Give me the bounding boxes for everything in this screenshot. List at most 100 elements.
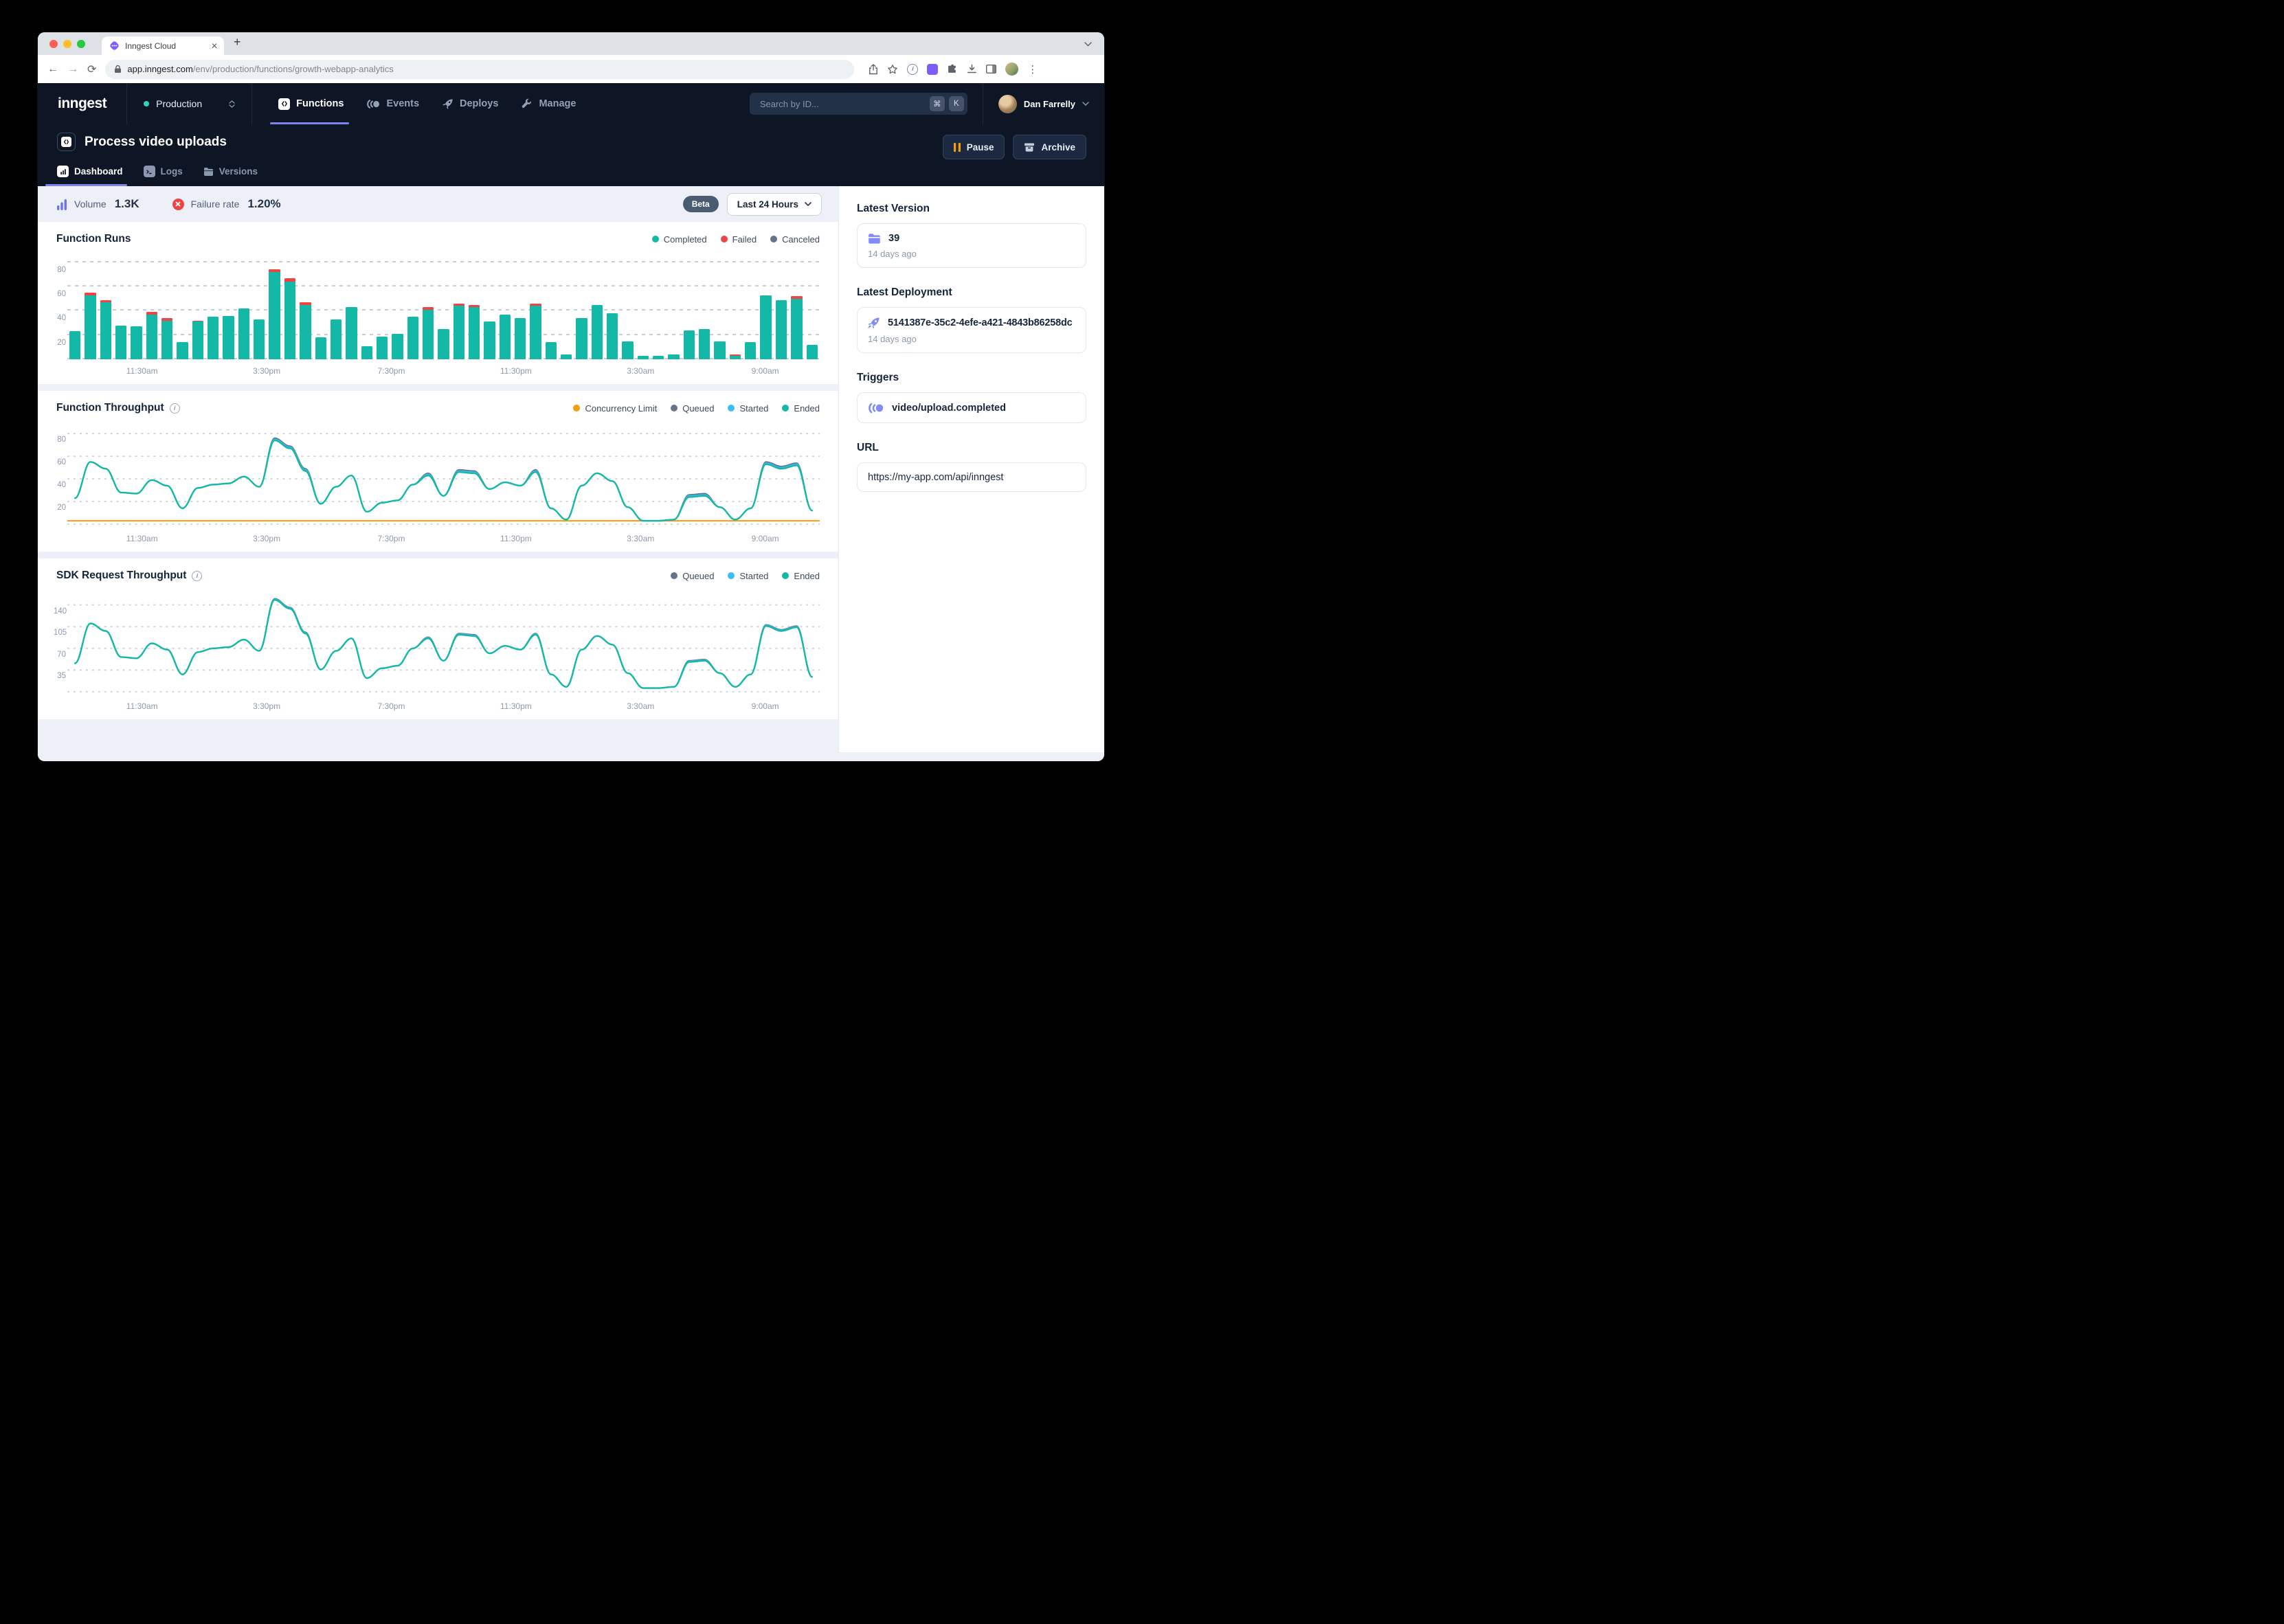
completed-bar-segment [730, 356, 741, 359]
environment-switcher[interactable]: Production [127, 83, 252, 124]
bar-slot[interactable] [544, 255, 559, 359]
bar-slot[interactable] [421, 255, 436, 359]
trigger-card[interactable]: video/upload.completed [857, 392, 1086, 423]
nav-item-deploys[interactable]: Deploys [443, 83, 498, 124]
info-icon[interactable]: i [170, 403, 180, 414]
bar-slot[interactable] [743, 255, 758, 359]
bar-slot[interactable] [605, 255, 620, 359]
inngest-logo[interactable]: inngest [38, 83, 127, 124]
bar-slot[interactable] [113, 255, 128, 359]
completed-bar-segment [546, 342, 557, 359]
bar-slot[interactable] [636, 255, 651, 359]
bar-slot[interactable] [313, 255, 328, 359]
pause-button[interactable]: Pause [943, 135, 1005, 159]
bar-slot[interactable] [774, 255, 789, 359]
side-panel-icon[interactable] [986, 65, 996, 74]
bar-chart-plot: 20406080 [67, 255, 820, 359]
bar-slot[interactable] [67, 255, 82, 359]
close-window-button[interactable] [49, 40, 58, 48]
forward-icon[interactable]: → [67, 63, 78, 76]
nav-item-events[interactable]: Events [367, 83, 419, 124]
bar-slot[interactable] [620, 255, 635, 359]
bar-slot[interactable] [697, 255, 712, 359]
bar-slot[interactable] [359, 255, 374, 359]
legend-label: Canceled [782, 234, 820, 245]
volume-value: 1.3K [115, 197, 139, 211]
bar-slot[interactable] [712, 255, 727, 359]
browser-profile-avatar[interactable] [1005, 63, 1018, 76]
bar-slot[interactable] [497, 255, 513, 359]
completed-bar-segment [638, 356, 649, 359]
bar-slot[interactable] [682, 255, 697, 359]
bar-slot[interactable] [513, 255, 528, 359]
bar-slot[interactable] [467, 255, 482, 359]
bar-slot[interactable] [144, 255, 159, 359]
bar-slot[interactable] [405, 255, 421, 359]
reload-icon[interactable]: ⟳ [87, 63, 96, 76]
bar-slot[interactable] [98, 255, 113, 359]
bar-slot[interactable] [559, 255, 574, 359]
tab-dashboard[interactable]: Dashboard [57, 166, 123, 186]
minimize-window-button[interactable] [63, 40, 71, 48]
bar-slot[interactable] [328, 255, 344, 359]
browser-tab[interactable]: Inngest Cloud ✕ [102, 36, 224, 55]
bar-slot[interactable] [574, 255, 589, 359]
share-icon[interactable] [869, 64, 878, 75]
latest-deployment-card[interactable]: 5141387e-35c2-4efe-a421-4843b86258dc 14 … [857, 307, 1086, 353]
tab-overview-chevron-icon[interactable] [1084, 38, 1092, 50]
bar-slot[interactable] [251, 255, 267, 359]
bar-slot[interactable] [236, 255, 251, 359]
latest-version-ago: 14 days ago [868, 249, 1075, 259]
bar-slot[interactable] [528, 255, 543, 359]
bar-slot[interactable] [789, 255, 804, 359]
bar-slot[interactable] [128, 255, 144, 359]
bar-slot[interactable] [666, 255, 681, 359]
x-axis-labels: 11:30am3:30pm7:30pm11:30pm3:30am9:00am [56, 700, 820, 715]
extensions-puzzle-icon[interactable] [947, 64, 958, 75]
url-card[interactable]: https://my-app.com/api/inngest [857, 462, 1086, 492]
bar-slot[interactable] [159, 255, 175, 359]
bar-slot[interactable] [298, 255, 313, 359]
bar-slot[interactable] [175, 255, 190, 359]
tab-logs[interactable]: Logs [144, 166, 183, 186]
bar-slot[interactable] [282, 255, 298, 359]
bar-slot[interactable] [205, 255, 221, 359]
bar-slot[interactable] [805, 255, 820, 359]
bar-slot[interactable] [190, 255, 205, 359]
address-bar[interactable]: app.inngest.com/env/production/functions… [105, 60, 854, 79]
bar-slot[interactable] [728, 255, 743, 359]
browser-menu-icon[interactable]: ⋮ [1027, 63, 1038, 76]
bar-slot[interactable] [267, 255, 282, 359]
latest-version-card[interactable]: 39 14 days ago [857, 223, 1086, 268]
search-input[interactable] [759, 98, 926, 110]
bar-slot[interactable] [390, 255, 405, 359]
bar-slot[interactable] [451, 255, 467, 359]
completed-bar-segment [315, 337, 326, 359]
bar-slot[interactable] [436, 255, 451, 359]
bar-slot[interactable] [374, 255, 390, 359]
downloads-icon[interactable] [967, 64, 977, 74]
bar-slot[interactable] [482, 255, 497, 359]
archive-button[interactable]: Archive [1013, 135, 1086, 159]
tab-versions[interactable]: Versions [203, 166, 258, 186]
user-menu[interactable]: Dan Farrelly [983, 95, 1104, 113]
bar-slot[interactable] [590, 255, 605, 359]
time-range-dropdown[interactable]: Last 24 Hours [727, 193, 822, 216]
nav-item-functions[interactable]: Functions [278, 83, 344, 124]
maximize-window-button[interactable] [77, 40, 85, 48]
bar-slot[interactable] [651, 255, 666, 359]
info-extension-icon[interactable]: i [907, 64, 918, 75]
bar-slot[interactable] [82, 255, 98, 359]
bookmark-star-icon[interactable] [887, 64, 898, 75]
bar-slot[interactable] [758, 255, 773, 359]
back-icon[interactable]: ← [47, 63, 58, 76]
purple-extension-icon[interactable] [927, 64, 938, 75]
tab-close-icon[interactable]: ✕ [211, 41, 218, 51]
nav-item-manage[interactable]: Manage [522, 83, 576, 124]
info-icon[interactable]: i [192, 571, 202, 581]
new-tab-button[interactable]: + [234, 35, 241, 49]
bar-slot[interactable] [221, 255, 236, 359]
bar-slot[interactable] [344, 255, 359, 359]
search-box[interactable]: ⌘ K [750, 93, 967, 115]
primary-nav: Functions Events Deploys Manage [252, 83, 576, 124]
